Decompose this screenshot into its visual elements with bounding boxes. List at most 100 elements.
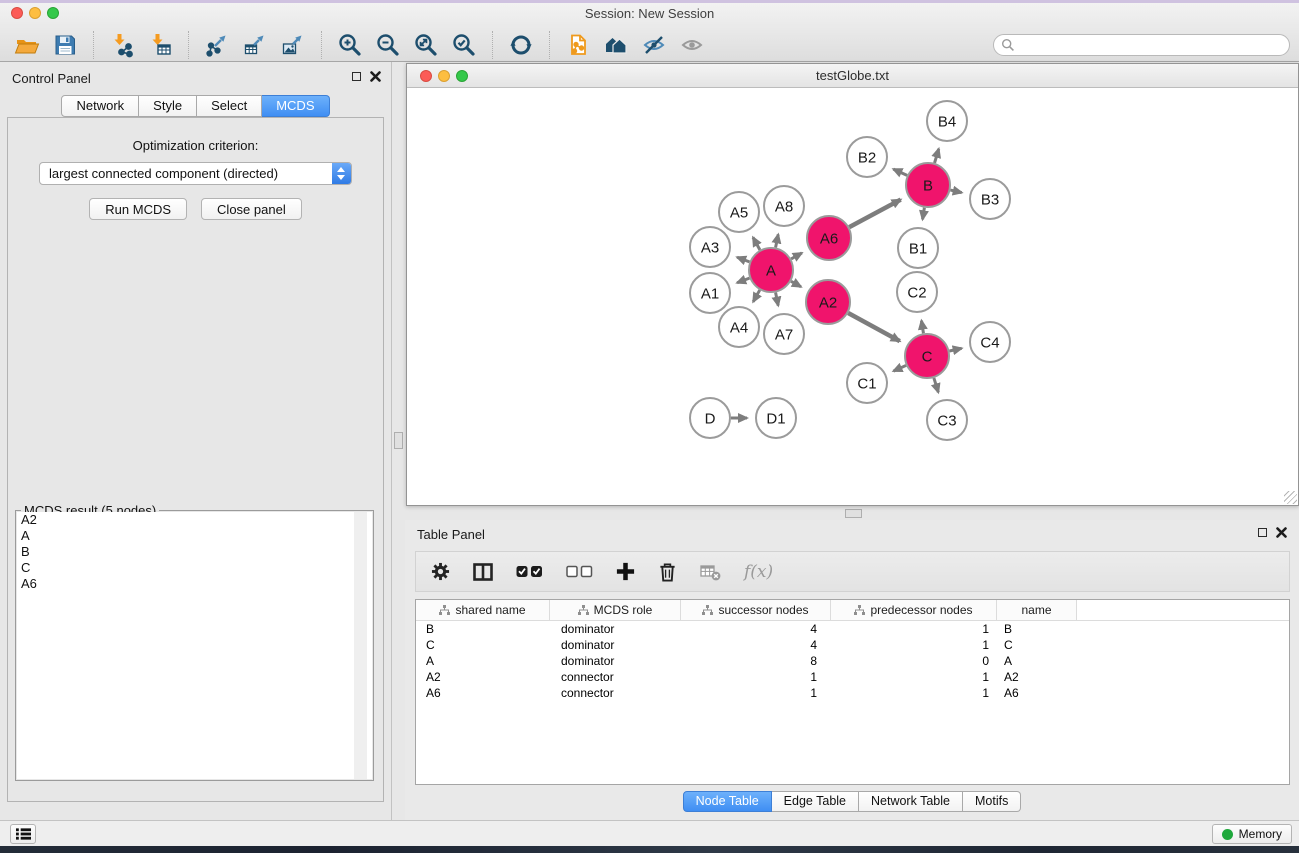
table-cell[interactable]: A2 <box>416 670 550 684</box>
delete-table-button[interactable] <box>700 558 721 586</box>
table-cell[interactable]: A6 <box>416 686 550 700</box>
window-resize-grip[interactable] <box>1284 491 1297 504</box>
table-cell[interactable]: connector <box>550 686 681 700</box>
table-cell[interactable]: 4 <box>681 622 831 636</box>
scrollbar-track[interactable] <box>354 512 367 779</box>
graph-node-A7[interactable]: A7 <box>764 314 804 354</box>
deselect-all-rows-button[interactable] <box>566 558 593 586</box>
table-cell[interactable]: 1 <box>831 670 997 684</box>
graph-node-C1[interactable]: C1 <box>847 363 887 403</box>
graph-node-A[interactable]: A <box>749 248 793 292</box>
table-cell[interactable]: 1 <box>681 670 831 684</box>
zoom-fit-button[interactable] <box>412 31 440 59</box>
tab-node-table[interactable]: Node Table <box>683 791 772 812</box>
mcds-result-item[interactable]: C <box>17 560 372 576</box>
tab-network-table[interactable]: Network Table <box>859 791 963 812</box>
table-cell[interactable]: 1 <box>681 686 831 700</box>
table-cell[interactable]: 4 <box>681 638 831 652</box>
float-panel-icon[interactable] <box>352 72 361 81</box>
graph-edge-B-B4[interactable] <box>935 149 939 163</box>
graph-node-D1[interactable]: D1 <box>756 398 796 438</box>
graph-node-A8[interactable]: A8 <box>764 186 804 226</box>
import-table-button[interactable] <box>146 31 174 59</box>
graph-node-B1[interactable]: B1 <box>898 228 938 268</box>
table-row[interactable]: Cdominator41C <box>416 637 1289 653</box>
column-header-name[interactable]: name <box>997 600 1077 620</box>
export-network-button[interactable] <box>203 31 231 59</box>
table-cell[interactable]: A <box>416 654 550 668</box>
graph-edge-A-A7[interactable] <box>776 293 779 306</box>
graph-edge-A2-C[interactable] <box>848 313 900 341</box>
table-row[interactable]: A2connector11A2 <box>416 669 1289 685</box>
graph-edge-A-A6[interactable] <box>791 253 802 259</box>
memory-button[interactable]: Memory <box>1212 824 1292 844</box>
tab-select[interactable]: Select <box>197 95 262 117</box>
graph-node-B3[interactable]: B3 <box>970 179 1010 219</box>
column-header-MCDS-role[interactable]: MCDS role <box>550 600 681 620</box>
graph-edge-B-B3[interactable] <box>950 190 961 193</box>
graph-node-C4[interactable]: C4 <box>970 322 1010 362</box>
graph-edge-B-B1[interactable] <box>923 208 925 220</box>
select-all-rows-button[interactable] <box>516 558 543 586</box>
task-history-button[interactable] <box>10 824 36 844</box>
add-column-button[interactable] <box>616 558 635 586</box>
float-panel-icon[interactable] <box>1258 528 1267 537</box>
graph-edge-A-A5[interactable] <box>753 237 760 249</box>
table-cell[interactable]: dominator <box>550 638 681 652</box>
graph-edge-A-A1[interactable] <box>737 278 749 283</box>
graph-edge-A-A8[interactable] <box>776 234 779 247</box>
graph-node-B[interactable]: B <box>906 163 950 207</box>
table-cell[interactable]: 1 <box>831 622 997 636</box>
table-cell[interactable]: B <box>416 622 550 636</box>
mcds-result-item[interactable]: A6 <box>17 576 372 592</box>
graph-edge-C-C1[interactable] <box>893 365 906 371</box>
zoom-in-button[interactable] <box>336 31 364 59</box>
column-header-successor-nodes[interactable]: successor nodes <box>681 600 831 620</box>
table-cell[interactable]: 1 <box>831 638 997 652</box>
table-cell[interactable]: C <box>416 638 550 652</box>
refresh-view-button[interactable] <box>507 31 535 59</box>
graph-edge-A-A2[interactable] <box>791 281 801 287</box>
export-image-button[interactable] <box>279 31 307 59</box>
hide-graphics-details-button[interactable] <box>640 31 668 59</box>
search-input[interactable] <box>1015 36 1289 54</box>
close-panel-button[interactable]: Close panel <box>201 198 302 220</box>
tab-network[interactable]: Network <box>61 95 139 117</box>
mcds-result-item[interactable]: A2 <box>17 512 372 528</box>
export-table-button[interactable] <box>241 31 269 59</box>
table-settings-button[interactable] <box>431 558 450 586</box>
close-panel-icon[interactable] <box>370 71 381 82</box>
tab-motifs[interactable]: Motifs <box>963 791 1021 812</box>
network-canvas[interactable]: AA1A2A3A4A5A6A7A8BB1B2B3B4CC1C2C3C4DD1 <box>407 89 1298 505</box>
zoom-out-button[interactable] <box>374 31 402 59</box>
graph-node-A5[interactable]: A5 <box>719 192 759 232</box>
table-cell[interactable]: connector <box>550 670 681 684</box>
table-cell[interactable]: A <box>997 654 1077 668</box>
table-cell[interactable]: dominator <box>550 622 681 636</box>
graph-node-C3[interactable]: C3 <box>927 400 967 440</box>
graph-node-C2[interactable]: C2 <box>897 272 937 312</box>
graph-node-A2[interactable]: A2 <box>806 280 850 324</box>
tab-style[interactable]: Style <box>139 95 197 117</box>
graph-edge-B-B2[interactable] <box>893 169 907 175</box>
search-field[interactable] <box>993 34 1290 56</box>
first-neighbors-button[interactable] <box>602 31 630 59</box>
mcds-result-item[interactable]: B <box>17 544 372 560</box>
tab-mcds[interactable]: MCDS <box>262 95 329 117</box>
graph-edge-C-C3[interactable] <box>934 378 938 392</box>
graph-node-A3[interactable]: A3 <box>690 227 730 267</box>
create-new-network-button[interactable] <box>564 31 592 59</box>
show-graphics-details-button[interactable] <box>678 31 706 59</box>
column-header-predecessor-nodes[interactable]: predecessor nodes <box>831 600 997 620</box>
graph-edge-A6-B[interactable] <box>849 200 900 228</box>
table-row[interactable]: Bdominator41B <box>416 621 1289 637</box>
table-cell[interactable]: 1 <box>831 686 997 700</box>
apply-function-button[interactable]: f(x) <box>744 558 773 586</box>
table-cell[interactable]: C <box>997 638 1077 652</box>
vertical-splitter-grip[interactable] <box>394 432 403 449</box>
import-network-button[interactable] <box>108 31 136 59</box>
graph-node-A1[interactable]: A1 <box>690 273 730 313</box>
graph-edge-A-A3[interactable] <box>737 257 749 262</box>
open-session-button[interactable] <box>13 31 41 59</box>
table-cell[interactable]: dominator <box>550 654 681 668</box>
